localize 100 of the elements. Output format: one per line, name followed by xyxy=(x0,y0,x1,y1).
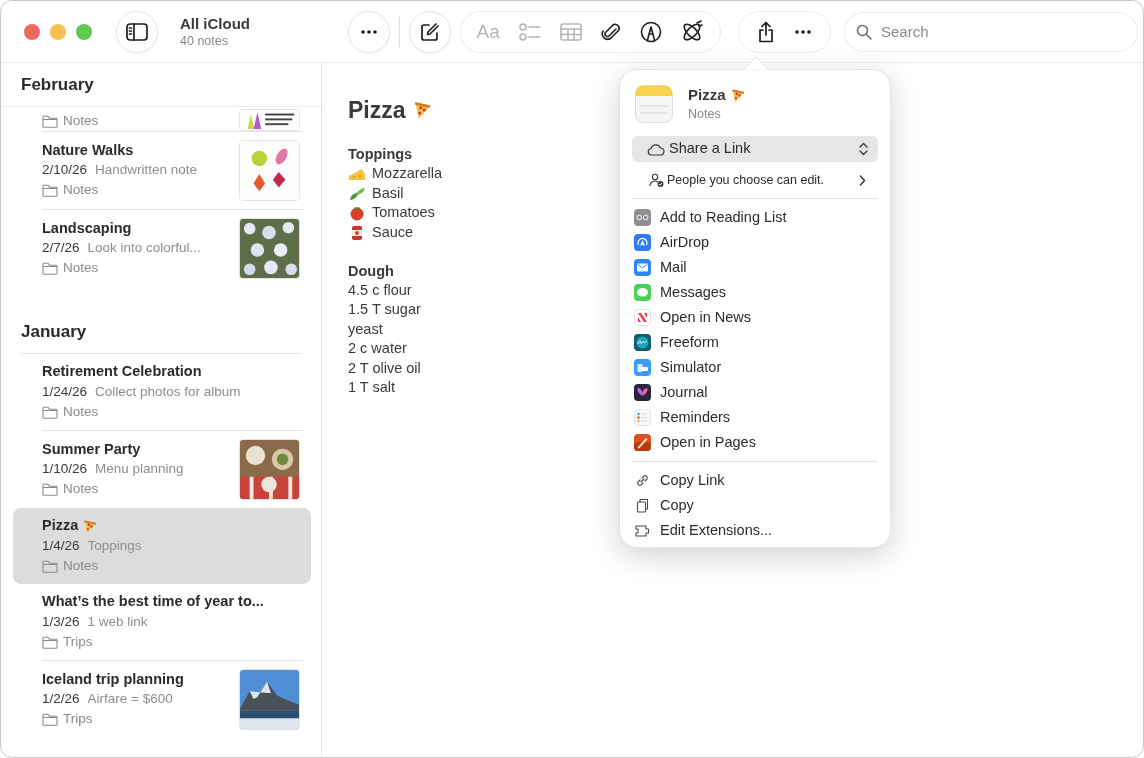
pen-icon xyxy=(634,434,651,451)
extensions-icon xyxy=(634,522,651,539)
note-text: 4.5 c flour xyxy=(348,280,412,300)
note-title: Landscaping xyxy=(42,218,132,238)
note-date: 2/10/26 xyxy=(42,161,88,180)
folder-icon xyxy=(42,559,58,573)
note-title: Retirement Celebration xyxy=(42,362,202,382)
note-text: Tomatoes xyxy=(372,203,435,223)
cloud-icon xyxy=(646,142,665,156)
sidebar-toggle-button[interactable] xyxy=(116,10,158,53)
share-menu-item[interactable]: AirDrop xyxy=(625,230,885,255)
share-menu-item[interactable]: Add to Reading List xyxy=(625,205,885,230)
more-icon xyxy=(793,27,814,36)
note-title: Pizza xyxy=(42,516,79,536)
folder-title: All iCloud xyxy=(180,14,251,33)
note-preview: Handwritten note xyxy=(95,161,198,180)
share-menu-item[interactable]: Freeform xyxy=(625,330,885,355)
share-menu-item[interactable]: Open in Pages xyxy=(625,430,885,455)
link-icon xyxy=(634,472,651,489)
compose-button[interactable] xyxy=(409,10,451,53)
note-preview: Collect photos for album xyxy=(95,382,241,401)
note-title: Summer Party xyxy=(42,439,141,459)
share-menu-item[interactable]: Open in News xyxy=(625,305,885,330)
note-text: Mozzarella xyxy=(372,164,443,184)
squiggle-icon xyxy=(634,334,651,351)
note-date: 1/24/26 xyxy=(42,382,88,401)
checklist-icon xyxy=(518,21,541,42)
folder-icon xyxy=(42,483,58,496)
chevron-right-icon xyxy=(859,174,866,186)
note-preview: Airfare = $600 xyxy=(87,690,173,709)
chat-bubble-icon xyxy=(634,284,651,301)
person-check-icon xyxy=(649,173,664,187)
updown-chevron-icon xyxy=(859,142,868,156)
butterfly-icon xyxy=(634,384,651,401)
section-heading: Toppings xyxy=(348,145,413,164)
folder-label: Notes xyxy=(63,402,99,421)
folder-label: Notes xyxy=(63,556,99,575)
section-header: January xyxy=(21,320,87,343)
note-count: 40 notes xyxy=(180,32,229,49)
share-menu-item[interactable]: Copy xyxy=(625,493,885,518)
note-title: Iceland trip planning xyxy=(42,669,184,689)
note-text: Sauce xyxy=(372,222,414,242)
folder-label: Notes xyxy=(63,181,99,200)
folder-label: Trips xyxy=(63,710,93,729)
folder-label: Notes xyxy=(63,259,99,278)
envelope-icon xyxy=(634,259,651,276)
folder-icon xyxy=(42,262,58,275)
share-title: Pizza xyxy=(688,85,726,105)
search-field[interactable]: Search xyxy=(844,11,1138,52)
share-menu-item[interactable]: Journal xyxy=(625,380,885,405)
folder-label: Trips xyxy=(63,632,93,651)
glasses-icon xyxy=(634,209,651,226)
note-text: 1 T salt xyxy=(348,378,396,398)
note-text: 1.5 T sugar xyxy=(348,300,421,320)
note-preview: Toppings xyxy=(87,536,142,555)
tomato-icon xyxy=(348,205,366,222)
note-text: yeast xyxy=(348,319,383,339)
note-list-item[interactable]: Pizza 1/4/26 Toppings Notes xyxy=(13,508,311,584)
note-date: 1/4/26 xyxy=(42,536,80,555)
notepad-icon xyxy=(635,85,673,123)
close-button[interactable] xyxy=(24,23,40,40)
list-icon xyxy=(634,409,651,426)
note-text: 2 T olive oil xyxy=(348,358,421,378)
note-text: Basil xyxy=(372,183,404,203)
pen-circle-icon xyxy=(639,20,662,43)
news-icon xyxy=(634,309,651,326)
folder-icon xyxy=(42,635,58,649)
share-menu-item[interactable]: Reminders xyxy=(625,405,885,430)
permission-row[interactable]: People you choose can edit. xyxy=(632,162,878,198)
folder-icon xyxy=(42,405,58,419)
note-title: What’s the best time of year to... xyxy=(42,592,264,612)
share-menu-item[interactable]: Edit Extensions... xyxy=(625,518,885,543)
note-text: 2 c water xyxy=(348,339,407,359)
folder-label: Notes xyxy=(63,480,99,499)
share-menu-item[interactable]: Copy Link xyxy=(625,468,885,493)
simulator-icon xyxy=(634,359,651,376)
compose-icon xyxy=(420,21,440,42)
share-mode-dropdown[interactable]: Share a Link xyxy=(632,136,878,162)
share-menu-item[interactable]: Messages xyxy=(625,280,885,305)
cheese-icon xyxy=(348,166,366,183)
copy-icon xyxy=(634,497,651,514)
section-header: February xyxy=(21,73,94,96)
note-preview: Look into colorful... xyxy=(87,239,201,258)
section-heading: Dough xyxy=(348,261,394,281)
folder-label: Notes xyxy=(63,111,99,130)
note-date: 1/10/26 xyxy=(42,460,88,479)
more-icon xyxy=(359,27,379,36)
note-date: 1/2/26 xyxy=(42,690,80,709)
sidebar-icon xyxy=(126,22,148,41)
search-icon xyxy=(856,23,872,40)
note-preview: 1 web link xyxy=(87,612,148,631)
table-icon xyxy=(559,22,582,41)
leaf-icon xyxy=(348,185,366,202)
note-date: 1/3/26 xyxy=(42,612,80,631)
folder-icon xyxy=(42,184,58,197)
share-menu-item[interactable]: Mail xyxy=(625,255,885,280)
airdrop-icon xyxy=(634,234,651,251)
share-menu-item[interactable]: Simulator xyxy=(625,355,885,380)
folder-icon xyxy=(42,713,58,726)
note-heading: Pizza xyxy=(348,96,406,125)
